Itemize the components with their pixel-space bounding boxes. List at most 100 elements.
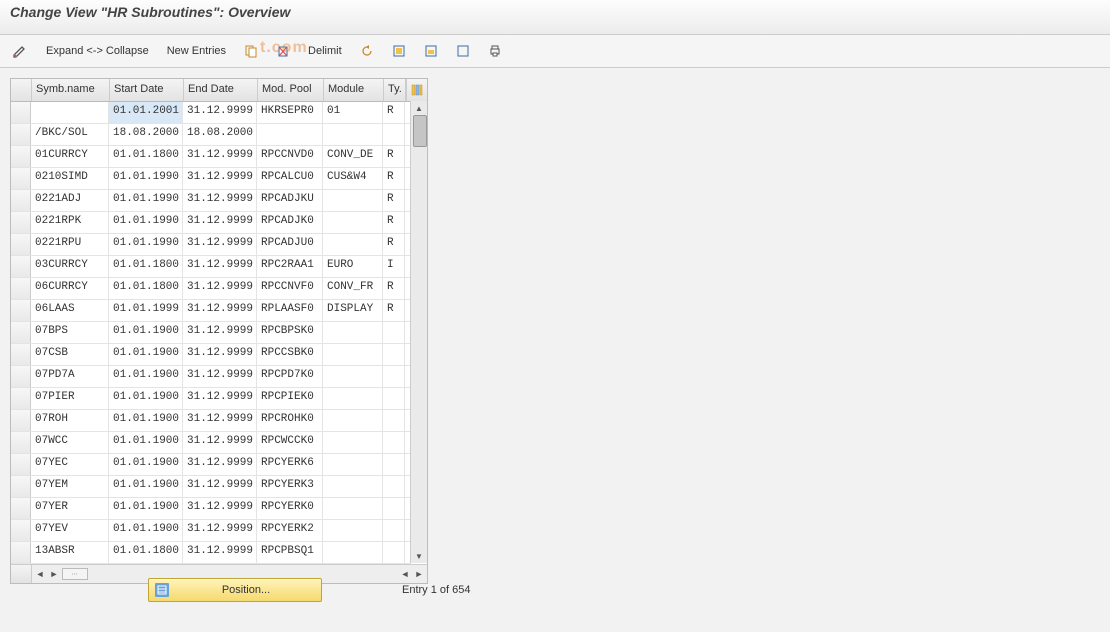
cell-module[interactable] bbox=[323, 212, 383, 233]
cell-end[interactable]: 31.12.9999 bbox=[183, 256, 257, 277]
cell-module[interactable] bbox=[323, 344, 383, 365]
col-enddate[interactable]: End Date bbox=[184, 79, 258, 101]
cell-name[interactable] bbox=[31, 102, 109, 123]
cell-pool[interactable]: RPCYERK2 bbox=[257, 520, 323, 541]
cell-module[interactable] bbox=[323, 454, 383, 475]
col-symbname[interactable]: Symb.name bbox=[32, 79, 110, 101]
cell-pool[interactable]: RPLAASF0 bbox=[257, 300, 323, 321]
row-selector[interactable] bbox=[11, 542, 31, 563]
cell-end[interactable]: 31.12.9999 bbox=[183, 168, 257, 189]
cell-type[interactable]: R bbox=[383, 146, 405, 167]
cell-end[interactable]: 31.12.9999 bbox=[183, 366, 257, 387]
cell-end[interactable]: 31.12.9999 bbox=[183, 520, 257, 541]
cell-module[interactable] bbox=[323, 388, 383, 409]
scroll-up-icon[interactable]: ▲ bbox=[412, 101, 426, 115]
cell-pool[interactable]: RPCBPSK0 bbox=[257, 322, 323, 343]
cell-name[interactable]: 0221RPK bbox=[31, 212, 109, 233]
cell-name[interactable]: 07BPS bbox=[31, 322, 109, 343]
cell-type[interactable] bbox=[383, 322, 405, 343]
row-selector[interactable] bbox=[11, 124, 31, 145]
cell-end[interactable]: 31.12.9999 bbox=[183, 212, 257, 233]
cell-type[interactable] bbox=[383, 124, 405, 145]
cell-end[interactable]: 31.12.9999 bbox=[183, 410, 257, 431]
cell-name[interactable]: 0210SIMD bbox=[31, 168, 109, 189]
cell-start[interactable]: 01.01.1900 bbox=[109, 520, 183, 541]
row-selector[interactable] bbox=[11, 168, 31, 189]
cell-name[interactable]: 07YEM bbox=[31, 476, 109, 497]
col-startdate[interactable]: Start Date bbox=[110, 79, 184, 101]
print-icon[interactable] bbox=[482, 41, 508, 61]
table-settings-icon[interactable] bbox=[406, 79, 426, 101]
cell-end[interactable]: 31.12.9999 bbox=[183, 146, 257, 167]
cell-type[interactable] bbox=[383, 432, 405, 453]
cell-pool[interactable]: RPCPBSQ1 bbox=[257, 542, 323, 563]
toggle-edit-icon[interactable] bbox=[6, 41, 34, 61]
cell-name[interactable]: 13ABSR bbox=[31, 542, 109, 563]
cell-end[interactable]: 31.12.9999 bbox=[183, 344, 257, 365]
cell-start[interactable]: 01.01.1900 bbox=[109, 498, 183, 519]
cell-pool[interactable]: RPCYERK3 bbox=[257, 476, 323, 497]
cell-end[interactable]: 31.12.9999 bbox=[183, 388, 257, 409]
copy-icon[interactable] bbox=[238, 41, 264, 61]
cell-module[interactable] bbox=[323, 234, 383, 255]
cell-pool[interactable]: RPCADJU0 bbox=[257, 234, 323, 255]
cell-module[interactable] bbox=[323, 366, 383, 387]
row-selector[interactable] bbox=[11, 432, 31, 453]
cell-name[interactable]: 07YEC bbox=[31, 454, 109, 475]
cell-module[interactable]: EURO bbox=[323, 256, 383, 277]
cell-start[interactable]: 01.01.1990 bbox=[109, 234, 183, 255]
cell-name[interactable]: 07YEV bbox=[31, 520, 109, 541]
hscroll-right-icon[interactable]: ► bbox=[48, 568, 60, 580]
cell-end[interactable]: 31.12.9999 bbox=[183, 476, 257, 497]
cell-type[interactable] bbox=[383, 410, 405, 431]
cell-start[interactable]: 01.01.1900 bbox=[109, 344, 183, 365]
cell-module[interactable]: CONV_DE bbox=[323, 146, 383, 167]
cell-type[interactable] bbox=[383, 454, 405, 475]
cell-pool[interactable]: RPCROHK0 bbox=[257, 410, 323, 431]
cell-module[interactable] bbox=[323, 322, 383, 343]
delimit-button[interactable]: Delimit bbox=[302, 41, 348, 61]
row-selector[interactable] bbox=[11, 212, 31, 233]
cell-name[interactable]: /BKC/SOL bbox=[31, 124, 109, 145]
col-modpool[interactable]: Mod. Pool bbox=[258, 79, 324, 101]
row-selector[interactable] bbox=[11, 410, 31, 431]
row-selector[interactable] bbox=[11, 388, 31, 409]
col-type[interactable]: Ty. bbox=[384, 79, 406, 101]
cell-start[interactable]: 01.01.1990 bbox=[109, 190, 183, 211]
row-selector[interactable] bbox=[11, 146, 31, 167]
cell-module[interactable] bbox=[323, 476, 383, 497]
deselect-all-icon[interactable] bbox=[450, 41, 476, 61]
cell-name[interactable]: 07PD7A bbox=[31, 366, 109, 387]
row-selector[interactable] bbox=[11, 344, 31, 365]
cell-name[interactable]: 06CURRCY bbox=[31, 278, 109, 299]
cell-pool[interactable]: RPCALCU0 bbox=[257, 168, 323, 189]
cell-end[interactable]: 31.12.9999 bbox=[183, 432, 257, 453]
row-selector[interactable] bbox=[11, 300, 31, 321]
cell-type[interactable]: R bbox=[383, 278, 405, 299]
cell-start[interactable]: 01.01.1800 bbox=[109, 146, 183, 167]
row-selector[interactable] bbox=[11, 190, 31, 211]
cell-name[interactable]: 07YER bbox=[31, 498, 109, 519]
hscroll-handle[interactable]: ⋯ bbox=[62, 568, 88, 580]
scroll-track[interactable] bbox=[412, 115, 426, 549]
cell-pool[interactable]: RPCCNVD0 bbox=[257, 146, 323, 167]
row-selector[interactable] bbox=[11, 322, 31, 343]
row-selector[interactable] bbox=[11, 476, 31, 497]
position-button[interactable]: Position... bbox=[148, 578, 322, 602]
select-block-icon[interactable] bbox=[418, 41, 444, 61]
cell-name[interactable]: 07ROH bbox=[31, 410, 109, 431]
cell-end[interactable]: 31.12.9999 bbox=[183, 300, 257, 321]
cell-type[interactable]: R bbox=[383, 190, 405, 211]
cell-type[interactable] bbox=[383, 388, 405, 409]
delete-icon[interactable] bbox=[270, 41, 296, 61]
cell-name[interactable]: 06LAAS bbox=[31, 300, 109, 321]
cell-end[interactable]: 31.12.9999 bbox=[183, 454, 257, 475]
cell-type[interactable] bbox=[383, 366, 405, 387]
cell-module[interactable] bbox=[323, 520, 383, 541]
cell-start[interactable]: 01.01.2001 bbox=[109, 102, 183, 123]
cell-type[interactable] bbox=[383, 476, 405, 497]
cell-type[interactable]: R bbox=[383, 102, 405, 123]
cell-pool[interactable]: RPCADJK0 bbox=[257, 212, 323, 233]
row-selector[interactable] bbox=[11, 278, 31, 299]
row-selector[interactable] bbox=[11, 256, 31, 277]
